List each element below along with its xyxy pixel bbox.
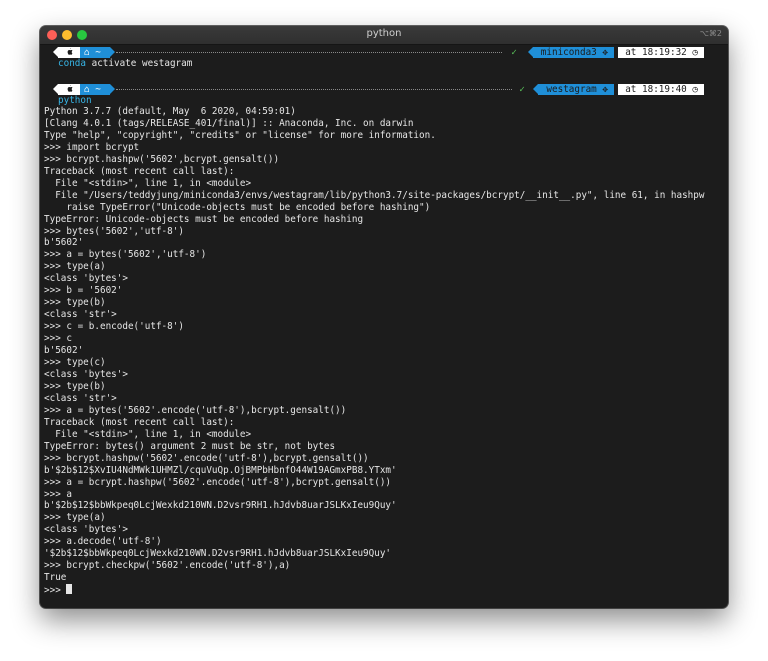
repl-output: Python 3.7.7 (default, May 6 2020, 04:59… (44, 106, 724, 584)
env-segment: miniconda3 ✥ (527, 47, 614, 58)
output-line: <class 'bytes'> (44, 273, 128, 285)
home-icon: ⌂ (84, 47, 90, 58)
output-line: >>> type(a) (44, 261, 106, 273)
output-line: [Clang 4.0.1 (tags/RELEASE_401/final)] :… (44, 117, 414, 129)
output-line: raise TypeError("Unicode-objects must be… (44, 201, 431, 213)
output-line: File "/Users/teddyjung/miniconda3/envs/w… (44, 189, 705, 201)
output-line: >>> a.decode('utf-8') (44, 536, 162, 548)
output-line: True (44, 572, 67, 584)
terminal-content[interactable]: ⌂ ~ ✓ miniconda3 ✥ at 18:19:32 ◷ conda a… (40, 45, 728, 608)
window-shortcut: ⌥⌘2 (699, 29, 722, 38)
output-line: Traceback (most recent call last): (44, 416, 235, 428)
window-title: python (366, 28, 402, 39)
output-line: File "<stdin>", line 1, in <module> (44, 177, 252, 189)
output-line: TypeError: Unicode-objects must be encod… (44, 213, 364, 225)
output-line: b'$2b$12$bbWkpeq0LcjWexkd210WN.D2vsr9RH1… (44, 500, 397, 512)
output-line: >>> type(a) (44, 512, 106, 524)
output-line: >>> a = bcrypt.hashpw('5602'.encode('utf… (44, 476, 392, 488)
output-line: <class 'bytes'> (44, 524, 128, 536)
env-segment: westagram ✥ (533, 84, 614, 95)
output-line: >>> a = bytes('5602'.encode('utf-8'),bcr… (44, 404, 347, 416)
text-cursor (66, 584, 73, 595)
clock-icon: ◷ (692, 47, 698, 58)
output-line: >>> bcrypt.checkpw('5602'.encode('utf-8'… (44, 560, 291, 572)
output-line: b'5602' (44, 237, 84, 249)
terminal-window: python ⌥⌘2 ⌂ ~ ✓ miniconda3 ✥ at 18:19:3… (40, 26, 728, 608)
output-line: Python 3.7.7 (default, May 6 2020, 04:59… (44, 106, 296, 117)
output-line: >>> type(c) (44, 357, 106, 369)
output-line: Traceback (most recent call last): (44, 165, 235, 177)
output-line: >>> type(b) (44, 297, 106, 309)
output-line: TypeError: bytes() argument 2 must be st… (44, 440, 336, 452)
output-line: b'$2b$12$XvIU4NdMWk1UHMZl/cquVuQp.OjBMPb… (44, 464, 397, 476)
output-line: >>> import bcrypt (44, 141, 140, 153)
prompt-line: ⌂ ~ ✓ miniconda3 ✥ at 18:19:32 ◷ (44, 46, 724, 58)
shell-command: conda activate westagram (58, 58, 193, 69)
home-icon: ⌂ (84, 84, 90, 95)
directory-segment: ⌂ ~ (80, 47, 115, 58)
time-segment: at 18:19:40 ◷ (618, 84, 704, 95)
apple-icon (53, 84, 80, 95)
apple-icon (53, 47, 80, 58)
prompt-line: ⌂ ~ ✓ westagram ✥ at 18:19:40 ◷ (44, 83, 724, 95)
title-bar: python ⌥⌘2 (40, 26, 728, 45)
prompt-separator (116, 89, 512, 90)
output-line: >>> bcrypt.hashpw('5602',bcrypt.gensalt(… (44, 153, 280, 165)
shell-command: python (58, 95, 92, 106)
directory-segment: ⌂ ~ (80, 84, 115, 95)
output-line: >>> a (44, 488, 72, 500)
output-line: <class 'str'> (44, 309, 117, 321)
repl-prompt: >>> (44, 585, 67, 597)
output-line: >>> c = b.encode('utf-8') (44, 321, 184, 333)
output-line: >>> type(b) (44, 380, 106, 392)
output-line: >>> a = bytes('5602','utf-8') (44, 249, 207, 261)
python-env-icon: ✥ (602, 84, 608, 95)
repl-input-line[interactable]: >>> (44, 584, 724, 597)
output-line: <class 'str'> (44, 392, 117, 404)
output-line: File "<stdin>", line 1, in <module> (44, 428, 252, 440)
check-icon: ✓ (516, 84, 528, 95)
output-line: '$2b$12$bbWkpeq0LcjWexkd210WN.D2vsr9RH1.… (44, 548, 392, 560)
check-icon: ✓ (508, 47, 520, 58)
output-line: >>> b = '5602' (44, 285, 123, 297)
output-line: Type "help", "copyright", "credits" or "… (44, 129, 436, 141)
time-segment: at 18:19:32 ◷ (618, 47, 704, 58)
prompt-separator (116, 52, 502, 53)
clock-icon: ◷ (692, 84, 698, 95)
output-line: >>> bytes('5602','utf-8') (44, 225, 184, 237)
output-line: >>> c (44, 333, 72, 345)
output-line: <class 'bytes'> (44, 368, 128, 380)
output-line: b'5602' (44, 345, 84, 357)
output-line: >>> bcrypt.hashpw('5602'.encode('utf-8')… (44, 452, 369, 464)
python-env-icon: ✥ (602, 47, 608, 58)
